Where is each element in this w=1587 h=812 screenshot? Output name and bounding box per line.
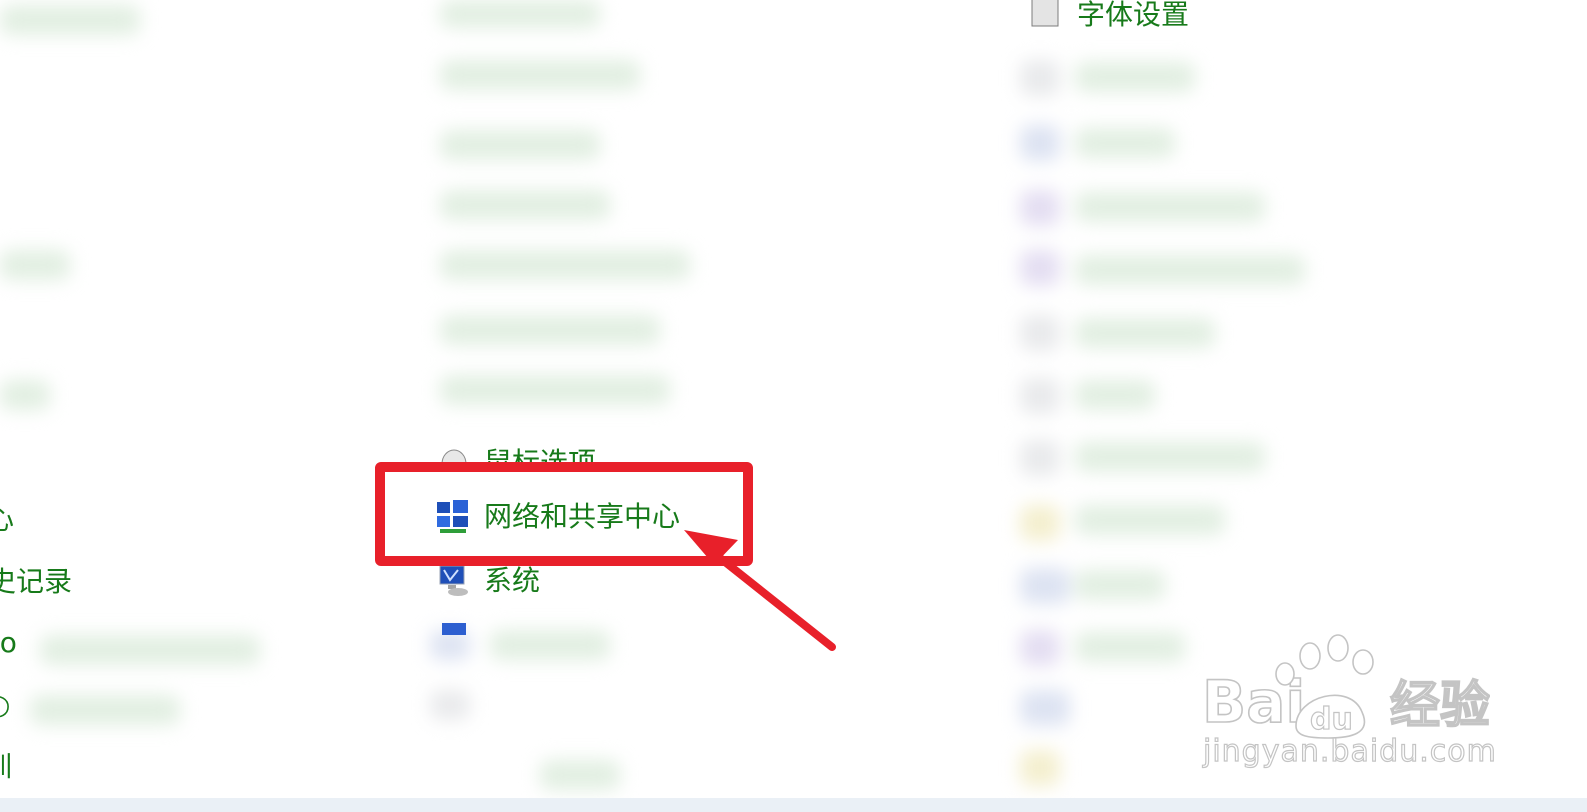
- svg-text:经验: 经验: [1390, 676, 1490, 734]
- left-partial-link-history[interactable]: 史记录: [0, 565, 72, 599]
- partial-blue-icon: [440, 620, 476, 656]
- font-settings-icon: [1028, 0, 1064, 30]
- bottom-strip: [0, 798, 1587, 812]
- left-partial-link-center[interactable]: 心: [0, 503, 14, 537]
- system-link[interactable]: 系统: [484, 564, 540, 598]
- font-settings-link[interactable]: 字体设置: [1077, 0, 1189, 32]
- left-partial-link-bottom[interactable]: 训: [0, 750, 12, 784]
- left-partial-link-windows[interactable]: lo: [0, 626, 17, 660]
- system-icon: [436, 562, 472, 598]
- watermark-url: jingyan.baidu.com: [1202, 733, 1497, 769]
- left-partial-link-circle[interactable]: ○: [0, 688, 10, 722]
- svg-text:du: du: [1310, 702, 1353, 737]
- highlight-box: [375, 462, 753, 566]
